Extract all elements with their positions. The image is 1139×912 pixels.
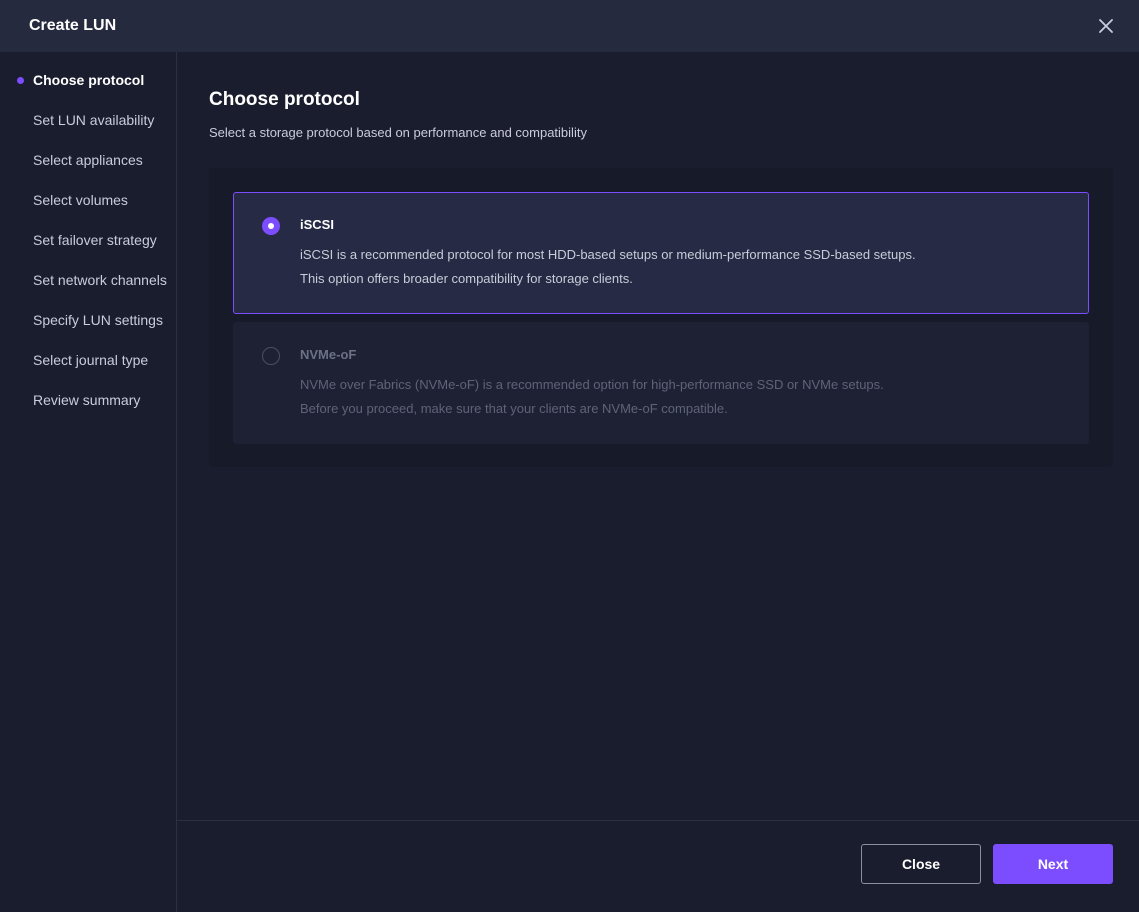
step-label: Set LUN availability: [33, 112, 155, 128]
option-description-line: This option offers broader compatibility…: [300, 271, 633, 286]
radio-selected-icon[interactable]: [262, 217, 280, 235]
option-title: NVMe-oF: [300, 347, 357, 362]
step-set-failover-strategy[interactable]: Set failover strategy: [0, 228, 176, 252]
step-set-network-channels[interactable]: Set network channels: [0, 268, 176, 292]
title-bar: Create LUN: [0, 0, 1139, 52]
protocol-option-nvme-of: NVMe-oF NVMe over Fabrics (NVMe-oF) is a…: [233, 322, 1089, 444]
dialog-title: Create LUN: [29, 17, 117, 34]
current-step-dot-icon: [17, 77, 24, 84]
option-description: NVMe over Fabrics (NVMe-oF) is a recomme…: [300, 373, 884, 421]
step-label: Set failover strategy: [33, 232, 157, 248]
step-label: Set network channels: [33, 272, 167, 288]
step-label: Select volumes: [33, 192, 128, 208]
close-button[interactable]: Close: [861, 844, 981, 884]
step-label: Review summary: [33, 392, 141, 408]
step-choose-protocol[interactable]: Choose protocol: [0, 68, 176, 92]
wizard-steps-sidebar: Choose protocol Set LUN availability Sel…: [0, 52, 177, 912]
option-title: iSCSI: [300, 217, 334, 232]
step-label: Select appliances: [33, 152, 143, 168]
step-select-volumes[interactable]: Select volumes: [0, 188, 176, 212]
step-label: Select journal type: [33, 352, 149, 368]
step-select-journal-type[interactable]: Select journal type: [0, 348, 176, 372]
radio-unselected-icon: [262, 347, 280, 365]
step-review-summary[interactable]: Review summary: [0, 388, 176, 412]
step-label: Choose protocol: [33, 72, 145, 88]
step-select-appliances[interactable]: Select appliances: [0, 148, 176, 172]
protocol-option-iscsi[interactable]: iSCSI iSCSI is a recommended protocol fo…: [233, 192, 1089, 314]
step-specify-lun-settings[interactable]: Specify LUN settings: [0, 308, 176, 332]
step-set-lun-availability[interactable]: Set LUN availability: [0, 108, 176, 132]
option-description-line: iSCSI is a recommended protocol for most…: [300, 247, 916, 262]
step-label: Specify LUN settings: [33, 312, 163, 328]
page-title: Choose protocol: [209, 89, 360, 110]
option-description-line: NVMe over Fabrics (NVMe-oF) is a recomme…: [300, 377, 884, 392]
close-icon[interactable]: [1095, 15, 1117, 37]
dialog-footer: Close Next: [177, 820, 1139, 912]
main-content: Choose protocol Select a storage protoco…: [177, 52, 1139, 820]
page-subtitle: Select a storage protocol based on perfo…: [209, 125, 587, 140]
protocol-options-panel: iSCSI iSCSI is a recommended protocol fo…: [209, 168, 1113, 467]
create-lun-dialog: Create LUN Choose protocol Set LUN avail…: [0, 0, 1139, 912]
option-description: iSCSI is a recommended protocol for most…: [300, 243, 916, 291]
option-description-line: Before you proceed, make sure that your …: [300, 401, 728, 416]
next-button[interactable]: Next: [993, 844, 1113, 884]
